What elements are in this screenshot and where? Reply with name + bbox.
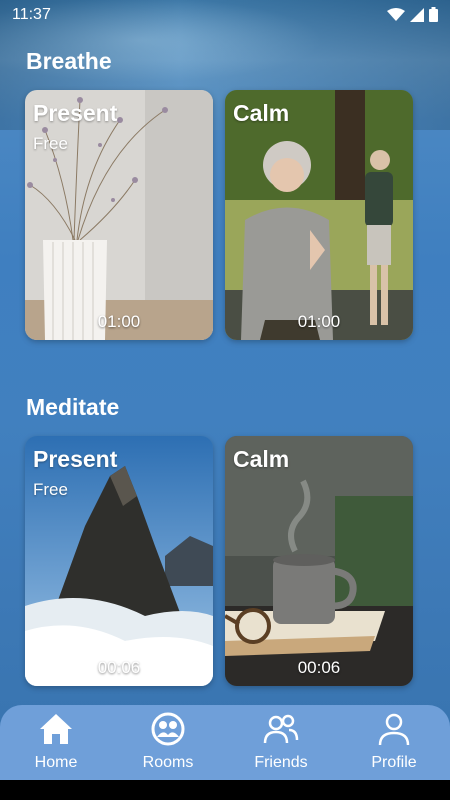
section-title-meditate: Meditate [26, 394, 120, 420]
nav-label-rooms: Rooms [142, 754, 194, 771]
status-time: 11:37 [12, 6, 51, 23]
card-title: Calm [233, 446, 290, 472]
section-title-breathe: Breathe [26, 48, 112, 74]
card-image [225, 90, 413, 340]
rooms-icon [151, 712, 185, 746]
bottom-navigation: Home Rooms Friends Profile [0, 705, 450, 780]
nav-label-home: Home [34, 754, 78, 771]
cell-signal-icon [410, 7, 424, 22]
card-breathe-calm[interactable]: Calm 01:00 [225, 90, 413, 340]
nav-label-friends: Friends [254, 754, 308, 771]
card-duration: 00:06 [97, 658, 141, 677]
card-image [25, 436, 213, 686]
card-title: Present [33, 446, 118, 472]
nav-item-home[interactable]: Home [0, 705, 112, 780]
friends-icon [263, 714, 299, 744]
card-title: Calm [233, 100, 290, 126]
card-duration: 01:00 [297, 312, 341, 331]
card-meditate-calm[interactable]: Calm 00:06 [225, 436, 413, 686]
card-duration: 00:06 [297, 658, 341, 677]
nav-item-rooms[interactable]: Rooms [112, 705, 224, 780]
nav-label-profile: Profile [371, 754, 417, 771]
card-price-label: Free [33, 134, 68, 153]
card-image [25, 90, 213, 340]
nav-item-friends[interactable]: Friends [225, 705, 337, 780]
profile-icon [378, 713, 410, 746]
battery-icon [429, 7, 438, 22]
nav-item-profile[interactable]: Profile [338, 705, 450, 780]
wifi-icon [387, 7, 405, 21]
card-breathe-present[interactable]: Present Free 01:00 [25, 90, 213, 340]
system-navigation-bar [0, 780, 450, 800]
card-title: Present [33, 100, 118, 126]
card-image [225, 436, 413, 686]
card-price-label: Free [33, 480, 68, 499]
card-duration: 01:00 [97, 312, 141, 331]
status-bar: 11:37 [0, 0, 450, 30]
status-icons [387, 7, 438, 22]
home-icon [40, 714, 72, 744]
card-meditate-present[interactable]: Present Free 00:06 [25, 436, 213, 686]
